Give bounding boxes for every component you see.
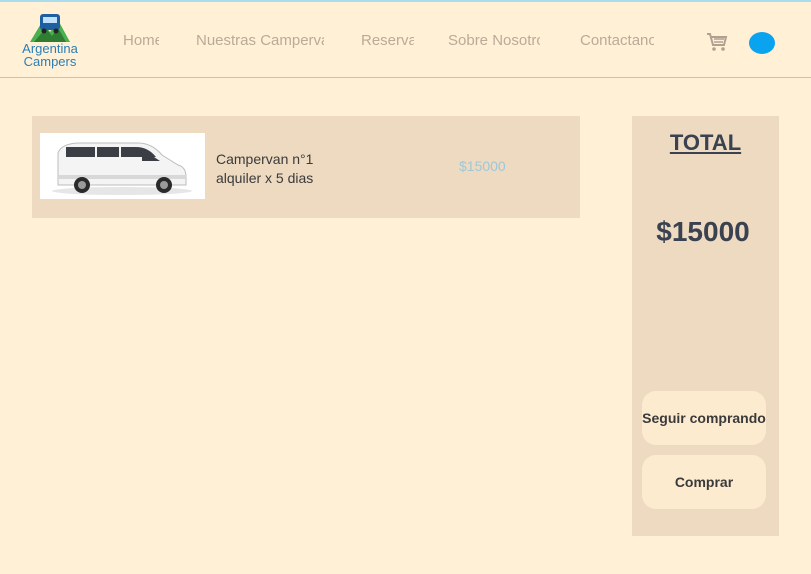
- shopping-cart-icon[interactable]: [706, 32, 728, 57]
- van-logo-icon: [30, 14, 70, 42]
- white-van-icon: [52, 142, 192, 195]
- van-image: [40, 133, 205, 199]
- item-name: Campervan n°1 alquiler x 5 dias: [216, 151, 314, 186]
- nav-link-contactanos[interactable]: Contactanos: [580, 31, 654, 51]
- top-navbar: Argentina Campers Home Nuestras Camperva…: [0, 2, 811, 78]
- total-title: TOTAL: [669, 130, 742, 155]
- brand-line-2: Campers: [23, 54, 77, 69]
- continue-shopping-button[interactable]: Seguir comprando: [642, 391, 766, 445]
- nav-link-sobre-nosotros[interactable]: Sobre Nosotros: [448, 31, 540, 51]
- cart-item-row: Campervan n°1 alquiler x 5 dias $15000: [32, 116, 580, 218]
- nav-link-campervans[interactable]: Nuestras Campervan: [196, 31, 324, 51]
- total-amount: $15000: [656, 216, 750, 247]
- nav-link-reserva[interactable]: Reserva: [361, 31, 414, 51]
- order-summary-panel: TOTAL $15000 Seguir comprando Comprar: [632, 116, 779, 536]
- brand-logo[interactable]: Argentina Campers: [18, 10, 82, 74]
- user-avatar-icon[interactable]: [749, 32, 775, 54]
- buy-button[interactable]: Comprar: [642, 455, 766, 509]
- nav-link-home[interactable]: Home: [123, 31, 159, 51]
- item-price: $15000: [459, 158, 505, 174]
- brand-name: Argentina Campers: [18, 42, 82, 68]
